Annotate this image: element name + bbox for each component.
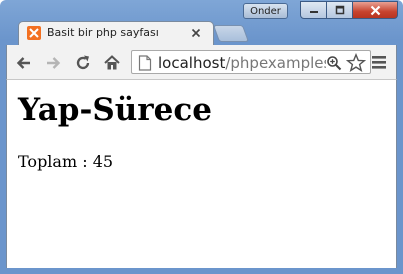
tab-title: Basit bir php sayfası	[47, 26, 159, 39]
star-icon[interactable]	[346, 53, 366, 73]
minimize-icon	[309, 11, 318, 13]
browser-window: Onder Basit bir php sayfası localhost/ph…	[0, 0, 403, 274]
page-heading: Yap-Sürece	[18, 92, 212, 128]
url-text[interactable]: localhost/phpexamples	[158, 53, 331, 73]
maximize-button[interactable]	[327, 1, 353, 19]
url-host: localhost	[158, 54, 226, 72]
zoom-icon[interactable]	[326, 55, 342, 71]
back-arrow-icon[interactable]	[15, 54, 33, 72]
profile-button[interactable]: Onder	[243, 3, 288, 19]
close-window-button[interactable]	[353, 1, 398, 19]
page-icon	[138, 55, 152, 71]
xampp-icon	[27, 26, 41, 40]
menu-icon[interactable]	[371, 53, 387, 71]
toolbar: localhost/phpexamples	[6, 45, 397, 79]
page-content: Yap-Sürece Toplam : 45	[6, 79, 397, 268]
forward-arrow-icon[interactable]	[44, 54, 62, 72]
maximize-icon	[335, 5, 344, 15]
reload-icon[interactable]	[74, 54, 92, 72]
window-bottom-border	[0, 268, 403, 274]
home-icon[interactable]	[103, 54, 121, 72]
tab-close-icon[interactable]	[190, 27, 202, 39]
total-text: Toplam : 45	[18, 152, 114, 171]
window-controls	[300, 1, 398, 20]
new-tab-button[interactable]	[212, 25, 250, 42]
address-bar[interactable]: localhost/phpexamples	[131, 50, 371, 74]
url-path: /phpexamples	[225, 54, 332, 72]
close-icon	[370, 5, 380, 15]
minimize-button[interactable]	[300, 1, 327, 19]
